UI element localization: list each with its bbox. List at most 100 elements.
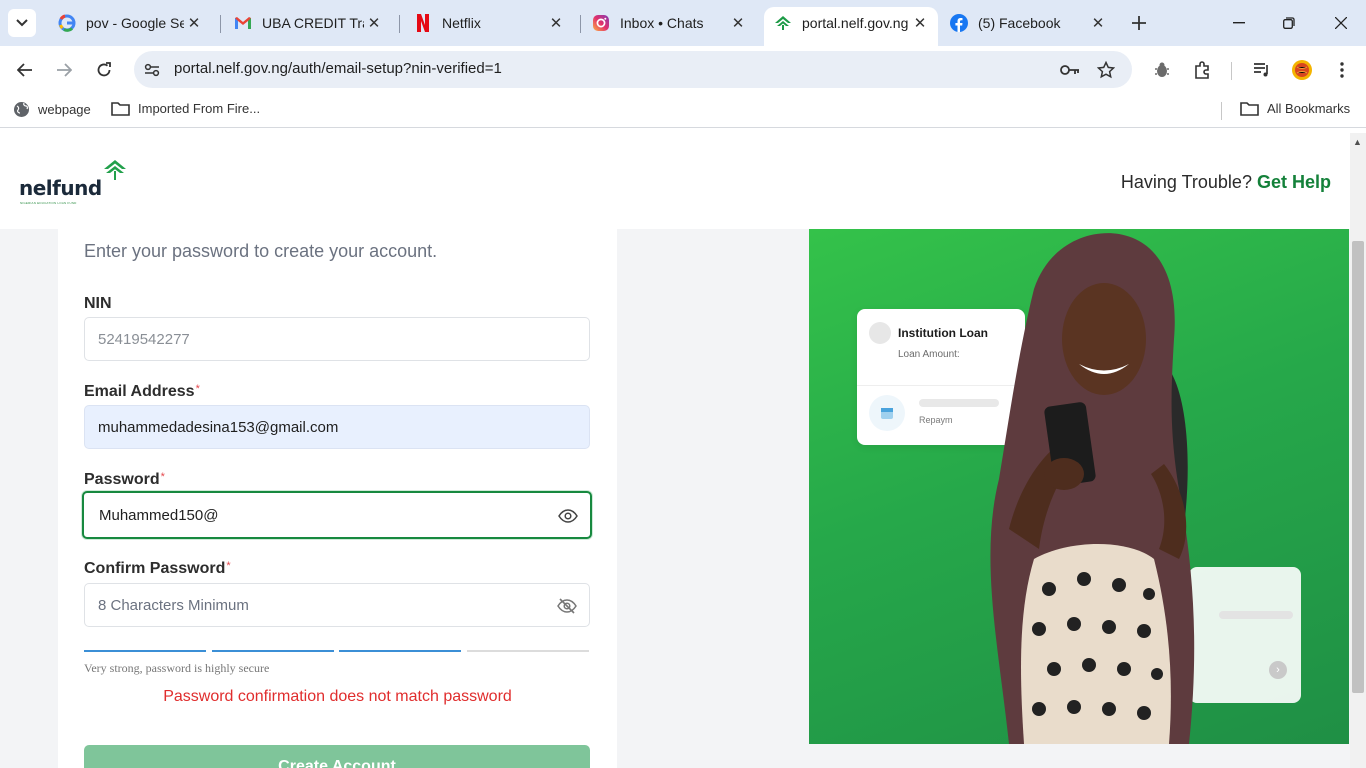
facebook-icon (950, 14, 968, 32)
hide-password-eye-slash-icon[interactable] (557, 597, 577, 615)
bookmarks-divider (1221, 102, 1222, 120)
arrow-left-icon (17, 63, 32, 77)
tab-nelfund[interactable]: portal.nelf.gov.ng ✕ (764, 7, 938, 46)
site-header: nelfund NIGERIAN EDUCATION LOAN FUND Hav… (0, 133, 1350, 229)
tab-title: pov - Google Sea (86, 15, 184, 31)
tab-gmail[interactable]: UBA CREDIT Tran ✕ (220, 7, 396, 39)
tab-google[interactable]: pov - Google Sea ✕ (44, 7, 216, 39)
arrow-right-icon (57, 63, 72, 77)
extensions-icon[interactable] (1191, 58, 1215, 82)
minimize-icon (1233, 22, 1245, 24)
restore-icon (1283, 17, 1295, 29)
instagram-icon (592, 14, 610, 32)
show-password-eye-icon[interactable] (558, 507, 578, 525)
password-input[interactable] (99, 493, 539, 537)
email-field[interactable] (84, 405, 590, 449)
browser-toolbar: portal.nelf.gov.ng/auth/email-setup?nin-… (0, 46, 1366, 92)
google-icon (58, 14, 76, 32)
logo-text: nelfund (19, 176, 102, 200)
student-photo (990, 233, 1195, 744)
more-menu-icon[interactable] (1330, 58, 1354, 82)
all-bookmarks-button[interactable]: All Bookmarks (1240, 101, 1350, 116)
tab-instagram[interactable]: Inbox • Chats ✕ (578, 7, 760, 39)
close-icon[interactable]: ✕ (184, 13, 204, 33)
logo-subtext: NIGERIAN EDUCATION LOAN FUND (20, 201, 77, 205)
create-account-button[interactable]: Create Account (84, 745, 590, 768)
reload-icon (97, 62, 111, 77)
bookmarks-bar: webpage Imported From Fire... All Bookma… (0, 92, 1366, 128)
password-key-icon[interactable] (1060, 60, 1080, 80)
forward-button[interactable] (49, 55, 79, 85)
media-controls-icon[interactable] (1250, 58, 1274, 82)
password-strength-meter (84, 650, 590, 652)
account-form: Enter your password to create your accou… (58, 229, 617, 768)
page-content: nelfund NIGERIAN EDUCATION LOAN FUND Hav… (0, 133, 1350, 768)
loan-card-avatar (869, 322, 891, 344)
strength-text: Very strong, password is highly secure (84, 661, 270, 675)
folder-icon (111, 101, 130, 116)
strength-segment-3 (339, 650, 461, 652)
bug-icon[interactable] (1150, 58, 1174, 82)
tab-facebook[interactable]: (5) Facebook ✕ (940, 7, 1120, 39)
password-field[interactable] (82, 491, 592, 539)
close-icon[interactable]: ✕ (910, 13, 930, 33)
close-window-button[interactable] (1316, 0, 1366, 46)
tab-search-button[interactable] (8, 9, 36, 37)
strength-segment-1 (84, 650, 206, 652)
globe-icon (13, 101, 30, 118)
bookmark-webpage[interactable]: webpage (13, 101, 91, 118)
bookmark-label: Imported From Fire... (138, 101, 261, 116)
confirm-password-label: Confirm Password* (84, 560, 231, 577)
close-icon (1335, 17, 1347, 29)
url-text: portal.nelf.gov.ng/auth/email-setup?nin-… (174, 60, 502, 77)
password-mismatch-error: Password confirmation does not match pas… (163, 688, 512, 705)
netflix-icon (414, 14, 432, 32)
minimize-button[interactable] (1214, 0, 1264, 46)
tab-netflix[interactable]: Netflix ✕ (400, 7, 578, 39)
nin-label: NIN (84, 295, 112, 312)
close-icon[interactable]: ✕ (728, 13, 748, 33)
bookmark-imported-folder[interactable]: Imported From Fire... (111, 101, 260, 116)
site-settings-icon[interactable] (142, 60, 162, 80)
plus-icon (1132, 16, 1146, 30)
hero-image: Institution Loan Loan Amount: Repaym › (809, 229, 1349, 744)
get-help-link[interactable]: Get Help (1257, 172, 1331, 192)
folder-icon (1240, 101, 1259, 116)
scroll-up-arrow-icon[interactable]: ▲ (1353, 137, 1362, 147)
page-scrollbar[interactable]: ▲ (1350, 133, 1366, 768)
email-input[interactable] (98, 406, 538, 448)
bookmark-label: webpage (38, 102, 91, 117)
confirm-password-field[interactable] (84, 583, 590, 627)
password-label: Password* (84, 471, 165, 488)
scroll-thumb[interactable] (1352, 241, 1364, 693)
address-bar[interactable]: portal.nelf.gov.ng/auth/email-setup?nin-… (134, 51, 1132, 88)
nelfund-leaf-icon (104, 160, 126, 180)
nin-field[interactable] (84, 317, 590, 361)
tab-title: (5) Facebook (978, 15, 1061, 31)
back-button[interactable] (10, 55, 40, 85)
star-icon[interactable] (1096, 60, 1116, 80)
strength-segment-2 (212, 650, 334, 652)
nelfund-icon (774, 14, 792, 32)
nin-input[interactable] (98, 318, 538, 360)
close-icon[interactable]: ✕ (364, 13, 384, 33)
help-prefix: Having Trouble? (1120, 172, 1252, 192)
tab-title: portal.nelf.gov.ng (802, 15, 909, 31)
gmail-icon (234, 14, 252, 32)
nelfund-logo[interactable]: nelfund NIGERIAN EDUCATION LOAN FUND (19, 160, 131, 206)
tab-title: UBA CREDIT Tran (262, 15, 364, 31)
all-bookmarks-label: All Bookmarks (1267, 101, 1351, 116)
form-subtitle: Enter your password to create your accou… (84, 241, 438, 261)
calendar-icon (869, 395, 905, 431)
restore-button[interactable] (1264, 0, 1314, 46)
chevron-down-icon (16, 19, 28, 27)
toolbar-divider (1231, 62, 1232, 80)
new-tab-button[interactable] (1126, 10, 1152, 36)
confirm-password-input[interactable] (98, 584, 538, 626)
help-prompt: Having Trouble? Get Help (1121, 172, 1331, 193)
close-icon[interactable]: ✕ (546, 13, 566, 33)
tab-strip: pov - Google Sea ✕ UBA CREDIT Tran ✕ Net… (0, 0, 1366, 46)
reload-button[interactable] (89, 55, 119, 85)
profile-avatar[interactable] (1290, 58, 1314, 82)
close-icon[interactable]: ✕ (1088, 13, 1108, 33)
